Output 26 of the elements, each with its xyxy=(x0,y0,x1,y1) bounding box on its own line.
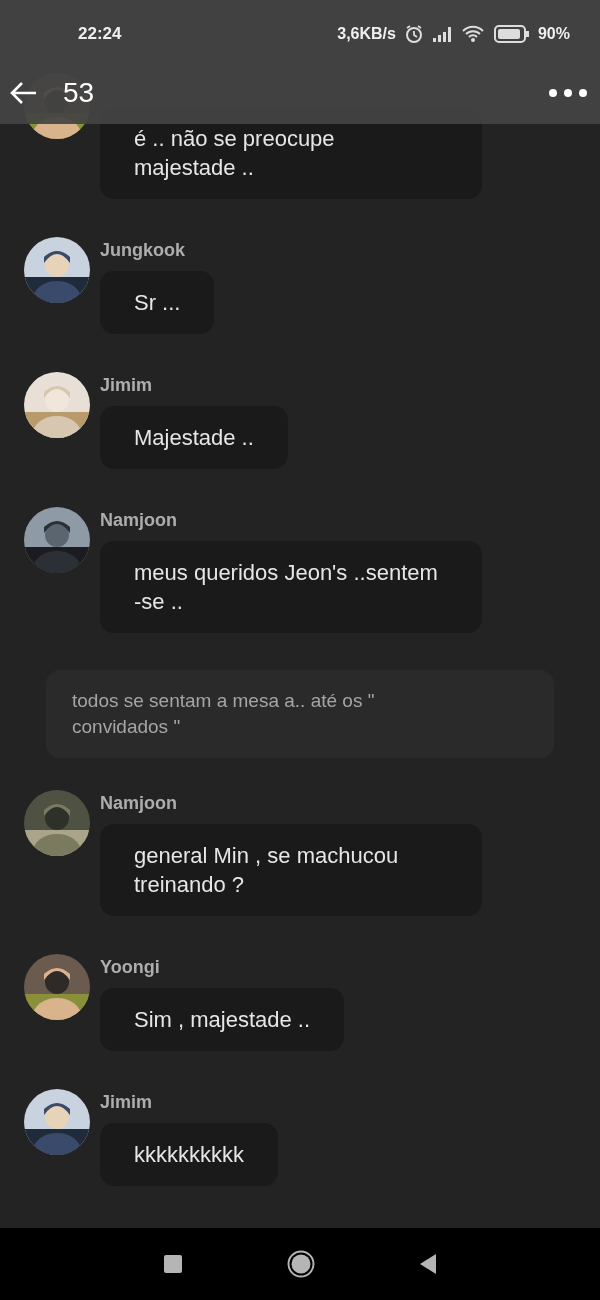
message-bubble: Sim , majestade .. xyxy=(100,988,345,1051)
sender-name: Jimim xyxy=(100,375,153,395)
home-button[interactable] xyxy=(287,1250,315,1278)
network-speed: 3,6KB/s xyxy=(337,25,396,43)
message-bubble: kkkkkkkkkk xyxy=(100,1123,278,1186)
recents-button[interactable] xyxy=(163,1254,183,1274)
back-nav-button[interactable] xyxy=(419,1253,437,1275)
wifi-icon xyxy=(461,25,486,43)
back-button[interactable] xyxy=(10,81,38,105)
chat-title: 53 xyxy=(63,77,95,109)
sender-name: Yoongi xyxy=(100,957,160,977)
sender-name: Jimim xyxy=(100,1092,153,1112)
sender-name: Jungkook xyxy=(100,240,185,260)
narration-text: todos se sentam a mesa a.. até os " convidados " xyxy=(46,670,554,758)
status-time: 22:24 xyxy=(78,24,122,44)
sender-name: Namjoon xyxy=(100,793,177,813)
more-button[interactable] xyxy=(548,88,588,98)
signal-icon xyxy=(431,26,454,42)
message-bubble: general Min , se machucou treinando ? xyxy=(100,824,482,916)
message-bubble: Majestade .. xyxy=(100,406,288,469)
message-bubble: meus queridos Jeon's ..sentem -se .. xyxy=(100,541,482,633)
battery-percent: 90% xyxy=(537,25,570,43)
battery-icon xyxy=(493,25,530,43)
sender-name: Namjoon xyxy=(100,510,177,530)
alarm-icon xyxy=(403,24,424,44)
message-bubble: Sr ... xyxy=(100,271,215,334)
